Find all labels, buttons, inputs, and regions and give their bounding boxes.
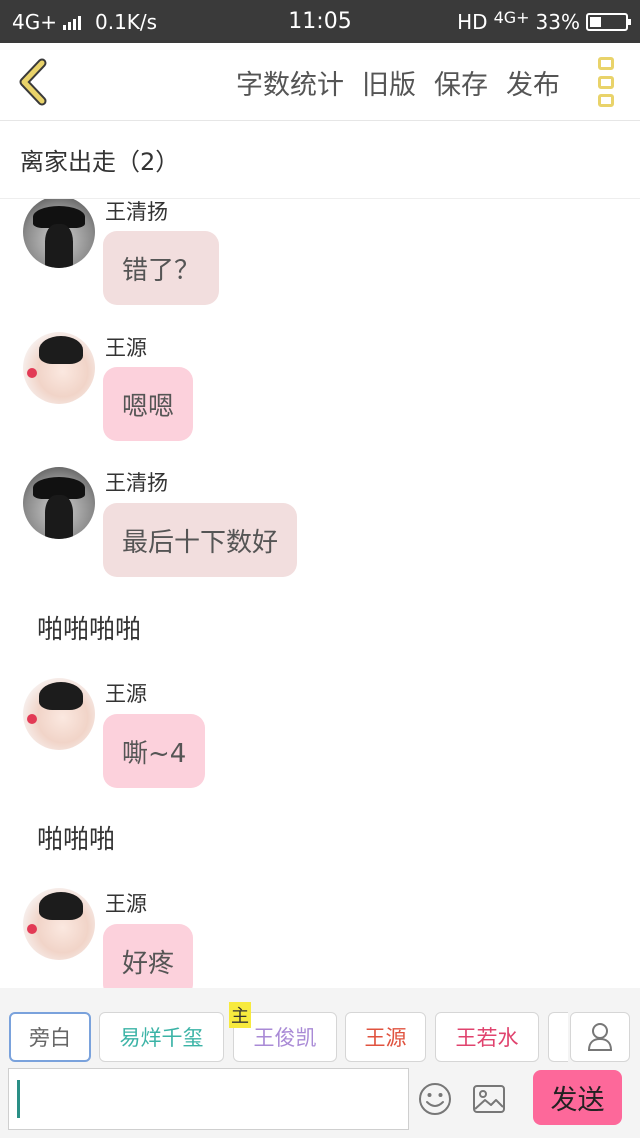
- message-bubble[interactable]: 嗯嗯: [103, 367, 194, 441]
- role-wang-yuan[interactable]: 王源: [345, 1012, 426, 1062]
- hd-indicator: HD: [457, 9, 488, 34]
- battery-icon: [586, 12, 631, 31]
- emoji-button[interactable]: [418, 1082, 452, 1116]
- avatar[interactable]: [23, 332, 95, 404]
- image-icon: [473, 1085, 505, 1113]
- image-button[interactable]: [472, 1082, 506, 1116]
- message-bubble[interactable]: 最后十下数好: [103, 503, 298, 577]
- text-cursor: [17, 1080, 20, 1118]
- network-type-right: 4G+: [493, 8, 530, 27]
- status-left: 4G+ 0.1K/s: [12, 10, 232, 34]
- chevron-left-icon: [19, 58, 47, 106]
- avatar[interactable]: [23, 199, 95, 268]
- sender-name: 王源: [105, 336, 147, 360]
- back-button[interactable]: [14, 57, 54, 107]
- old-version-button[interactable]: 旧版: [362, 63, 416, 102]
- word-count-button[interactable]: 字数统计: [236, 63, 344, 102]
- role-bar: 旁白 易烊千玺 王俊凯 主 王源 王若水: [0, 988, 640, 1064]
- battery-percent: 33%: [535, 9, 580, 34]
- sender-name: 王源: [105, 892, 147, 916]
- message-bubble[interactable]: 嘶~4: [103, 714, 206, 788]
- message-bubble[interactable]: 好疼: [103, 924, 194, 988]
- save-button[interactable]: 保存: [434, 63, 488, 102]
- top-actions: 字数统计 旧版 保存 发布: [236, 43, 560, 121]
- contact-button[interactable]: [570, 1012, 630, 1062]
- host-badge: 主: [229, 1002, 251, 1028]
- smile-icon: [419, 1083, 451, 1115]
- more-dot: [598, 57, 614, 70]
- role-yi-yang-qian-xi[interactable]: 易烊千玺: [99, 1012, 224, 1062]
- role-wang-ruo-shui[interactable]: 王若水: [435, 1012, 539, 1062]
- role-partial[interactable]: [548, 1012, 568, 1062]
- narration-text[interactable]: 啪啪啪啪: [37, 609, 141, 646]
- chapter-title[interactable]: 离家出走（2）: [0, 121, 640, 199]
- send-button[interactable]: 发送: [533, 1070, 622, 1125]
- avatar[interactable]: [23, 888, 95, 960]
- status-right: HD 4G+ 33%: [457, 8, 631, 34]
- more-dot: [598, 94, 614, 107]
- chat-area[interactable]: 王清扬 错了？ 王源 嗯嗯 王清扬 最后十下数好 啪啪啪啪 王源 嘶~4 啪啪啪…: [0, 199, 640, 988]
- sender-name: 王源: [105, 682, 147, 706]
- role-narrator[interactable]: 旁白: [9, 1012, 91, 1062]
- sender-name: 王清扬: [105, 200, 168, 224]
- more-vertical-icon[interactable]: [598, 57, 616, 107]
- input-bar: 发送: [0, 1064, 640, 1138]
- status-bar: 4G+ 0.1K/s 11:05 HD 4G+ 33%: [0, 0, 640, 43]
- signal-icon: [62, 14, 81, 30]
- message-input[interactable]: [8, 1068, 409, 1130]
- user-icon: [587, 1023, 613, 1051]
- top-bar: 字数统计 旧版 保存 发布: [0, 43, 640, 121]
- network-speed: 0.1K/s: [94, 9, 158, 34]
- publish-button[interactable]: 发布: [506, 63, 560, 102]
- avatar[interactable]: [23, 467, 95, 539]
- avatar[interactable]: [23, 678, 95, 750]
- message-bubble[interactable]: 错了？: [103, 231, 220, 305]
- sender-name: 王清扬: [105, 471, 168, 495]
- narration-text[interactable]: 啪啪啪: [37, 819, 115, 856]
- battery-fill: [590, 16, 601, 27]
- network-type: 4G+: [12, 9, 57, 34]
- more-dot: [598, 75, 614, 89]
